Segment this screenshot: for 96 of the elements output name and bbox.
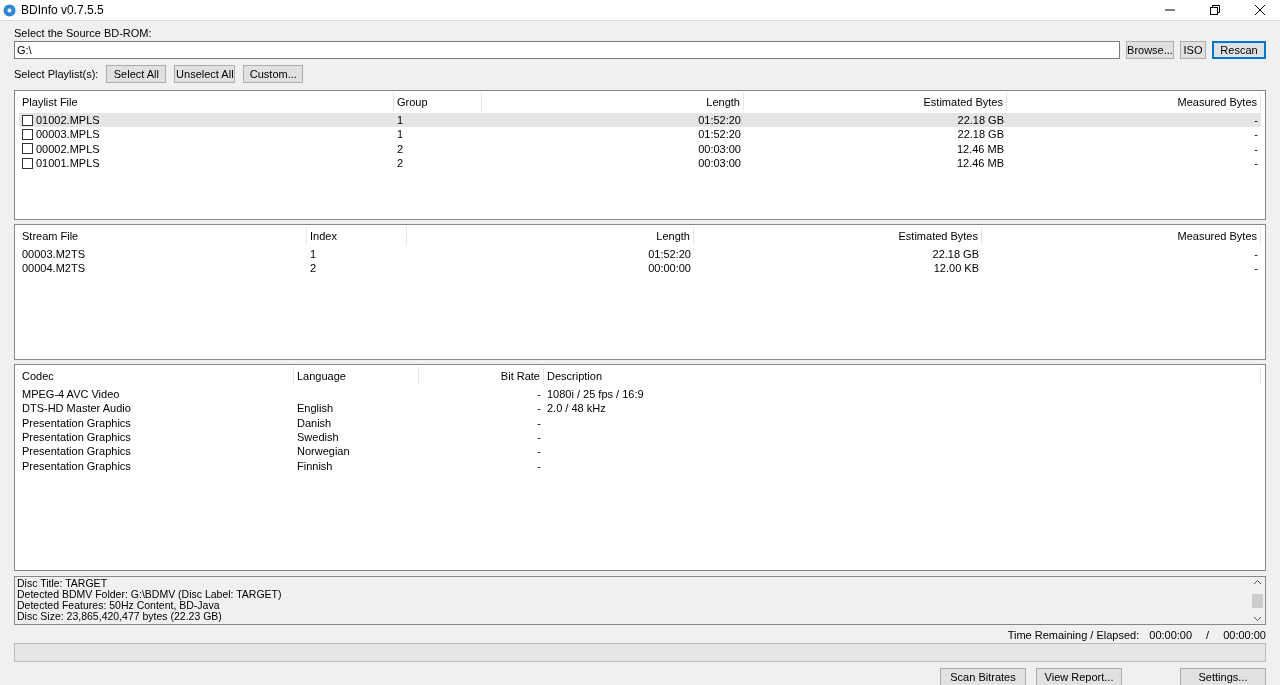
table-cell: English	[297, 402, 334, 415]
table-cell: 00003.MPLS	[36, 128, 100, 141]
column-header[interactable]: Codec	[19, 367, 294, 385]
table-cell: -	[1254, 114, 1258, 127]
source-path-field[interactable]: G:\	[14, 41, 1120, 59]
table-cell: 2	[310, 262, 317, 275]
table-cell: Norwegian	[297, 445, 350, 458]
info-line: Disc Title: TARGET	[17, 578, 109, 589]
info-line: Disc Size: 23,865,420,477 bytes (22.23 GB)	[17, 611, 223, 622]
column-header[interactable]: Description	[544, 367, 1261, 385]
column-header[interactable]: Language	[294, 367, 419, 385]
column-header[interactable]: Length	[407, 227, 694, 245]
action-button[interactable]: Settings...	[1180, 668, 1266, 685]
scrollbar[interactable]	[1250, 577, 1265, 624]
checkbox[interactable]	[22, 128, 33, 140]
table-cell: 01:52:20	[648, 248, 691, 261]
table-cell: -	[1254, 128, 1258, 141]
table-cell: Swedish	[297, 431, 339, 444]
table-cell: MPEG-4 AVC Video	[22, 388, 120, 401]
checkbox[interactable]	[22, 114, 33, 126]
table-cell: 22.18 GB	[957, 128, 1004, 141]
table-cell: -	[1254, 248, 1258, 261]
playlist-select-button[interactable]: Custom...	[243, 65, 304, 83]
table-cell: 01:52:20	[698, 114, 741, 127]
column-header[interactable]: Length	[482, 93, 744, 111]
column-header[interactable]: Bit Rate	[419, 367, 544, 385]
table-cell: 00003.M2TS	[22, 248, 85, 261]
action-button[interactable]: View Report...	[1036, 668, 1122, 685]
source-label: Select the Source BD-ROM:	[14, 27, 153, 39]
table-cell: -	[537, 416, 541, 429]
disc-icon	[3, 3, 16, 17]
table-cell: 2	[397, 157, 404, 170]
column-header[interactable]: Measured Bytes	[1007, 93, 1261, 111]
scroll-down-icon[interactable]	[1253, 616, 1262, 622]
table-cell: -	[1254, 262, 1258, 275]
time-elapsed: 00:00:00	[1223, 629, 1266, 641]
table-cell: 00:03:00	[698, 157, 741, 170]
table-cell: -	[537, 459, 541, 472]
table-cell: 2.0 / 48 kHz	[547, 402, 606, 415]
table-cell: 00002.MPLS	[36, 142, 100, 155]
column-header[interactable]: Estimated Bytes	[694, 227, 982, 245]
time-separator: /	[1205, 629, 1211, 641]
table-cell: 1	[397, 114, 404, 127]
restore-icon	[1210, 5, 1220, 15]
playlist-row[interactable]: 01002.MPLS 1 01:52:20 22.18 GB -	[19, 113, 1261, 128]
table-cell: -	[1254, 157, 1258, 170]
checkbox[interactable]	[22, 143, 33, 155]
table-cell: DTS-HD Master Audio	[22, 402, 131, 415]
table-cell: 1	[310, 248, 317, 261]
table-cell: 1	[397, 128, 404, 141]
time-label: Time Remaining / Elapsed:	[1007, 629, 1140, 641]
table-cell: 00:03:00	[698, 142, 741, 155]
column-header[interactable]: Measured Bytes	[982, 227, 1261, 245]
table-cell: -	[537, 388, 541, 401]
table-cell: 00004.M2TS	[22, 262, 85, 275]
table-cell: -	[537, 431, 541, 444]
close-icon	[1255, 5, 1265, 15]
table-cell: 00:00:00	[648, 262, 691, 275]
time-remaining: 00:00:00	[1149, 629, 1193, 641]
table-cell: 12.46 MB	[956, 142, 1004, 155]
table-cell: -	[537, 445, 541, 458]
table-cell: 12.46 MB	[956, 157, 1004, 170]
source-button[interactable]: ISO	[1180, 41, 1206, 59]
window-title: BDInfo v0.7.5.5	[21, 3, 105, 17]
playlist-row[interactable]: 00003.MPLS 1 01:52:20 22.18 GB -	[19, 127, 1261, 142]
table-cell: Danish	[297, 416, 332, 429]
info-line: Detected Features: 50Hz Content, BD-Java	[17, 600, 221, 611]
scroll-up-icon[interactable]	[1253, 579, 1262, 585]
table-cell: 01:52:20	[698, 128, 741, 141]
table-cell: 22.18 GB	[932, 248, 979, 261]
table-cell: -	[1254, 142, 1258, 155]
column-header[interactable]: Playlist File	[19, 93, 394, 111]
table-cell: 01001.MPLS	[36, 157, 100, 170]
table-cell: Presentation Graphics	[22, 459, 131, 472]
column-header[interactable]: Group	[394, 93, 482, 111]
info-line: Detected BDMV Folder: G:\BDMV (Disc Label: TARGET)	[17, 589, 283, 600]
column-header[interactable]: Stream File	[19, 227, 307, 245]
table-cell: Presentation Graphics	[22, 416, 131, 429]
action-button[interactable]: Scan Bitrates	[940, 668, 1026, 685]
source-button[interactable]: Rescan	[1212, 41, 1266, 59]
table-cell: 22.18 GB	[957, 114, 1004, 127]
playlist-select-label: Select Playlist(s):	[14, 68, 99, 80]
column-header[interactable]: Index	[307, 227, 407, 245]
playlist-select-button[interactable]: Unselect All	[174, 65, 236, 83]
column-header[interactable]: Estimated Bytes	[744, 93, 1007, 111]
source-button[interactable]: Browse...	[1126, 41, 1174, 59]
table-cell: Presentation Graphics	[22, 445, 131, 458]
table-cell: Finnish	[297, 459, 333, 472]
table-cell: 01002.MPLS	[36, 114, 100, 127]
checkbox[interactable]	[22, 157, 33, 169]
table-cell: 1080i / 25 fps / 16:9	[547, 388, 644, 401]
table-cell: 12.00 KB	[933, 262, 979, 275]
table-cell: 2	[397, 142, 404, 155]
table-cell: -	[537, 402, 541, 415]
playlist-select-button[interactable]: Select All	[106, 65, 167, 83]
table-cell: Presentation Graphics	[22, 431, 131, 444]
